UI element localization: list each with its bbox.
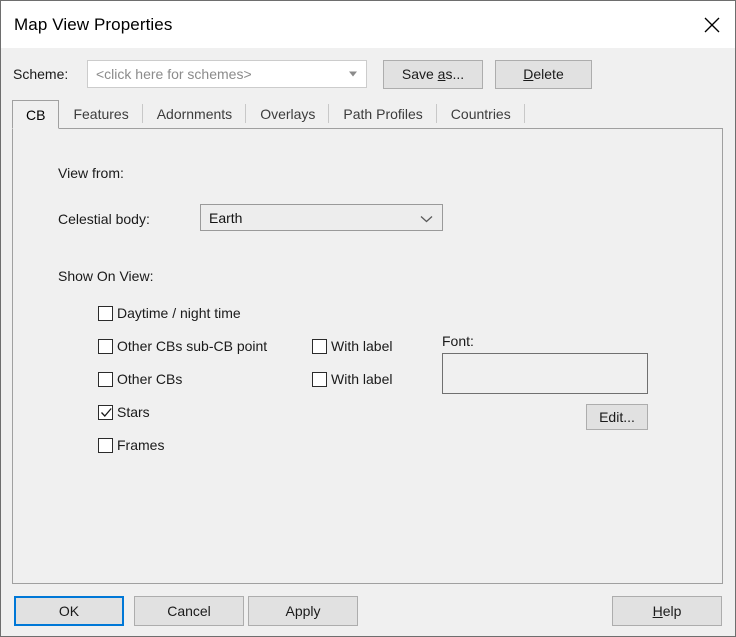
checkbox-box xyxy=(98,372,113,387)
font-edit-button[interactable]: Edit... xyxy=(586,404,648,430)
tab-countries[interactable]: Countries xyxy=(437,100,525,128)
help-label: Help xyxy=(653,603,682,619)
close-icon xyxy=(702,15,722,35)
checkbox-label: Frames xyxy=(117,437,164,453)
font-label: Font: xyxy=(442,333,474,349)
tab-cb[interactable]: CB xyxy=(12,100,59,129)
scheme-row: Scheme: <click here for schemes> Save as… xyxy=(1,48,735,100)
tab-label: Countries xyxy=(451,106,511,122)
checkbox-other-cbs[interactable]: Other CBs xyxy=(98,371,182,387)
checkbox-label: Other CBs xyxy=(117,371,182,387)
view-from-label: View from: xyxy=(58,165,124,181)
checkbox-box xyxy=(98,438,113,453)
checkbox-label: With label xyxy=(331,338,392,354)
checkbox-label: Daytime / night time xyxy=(117,305,241,321)
checkbox-other-cbs-sub-cb-point[interactable]: Other CBs sub-CB point xyxy=(98,338,267,354)
tab-strip: CB Features Adornments Overlays Path Pro… xyxy=(12,100,723,128)
save-as-button[interactable]: Save as... xyxy=(383,60,483,89)
tab-label: Path Profiles xyxy=(343,106,422,122)
dialog-footer: OK Cancel Apply Help xyxy=(1,584,735,636)
tab-panel-cb: View from: Celestial body: Earth Show On… xyxy=(12,128,723,584)
checkbox-box xyxy=(312,339,327,354)
map-view-properties-dialog: Map View Properties Scheme: <click here … xyxy=(0,0,736,637)
delete-label: Delete xyxy=(523,66,563,82)
checkbox-box xyxy=(98,306,113,321)
celestial-body-value: Earth xyxy=(201,210,242,226)
help-button[interactable]: Help xyxy=(612,596,722,626)
checkbox-with-label-sub-cb-point[interactable]: With label xyxy=(312,338,392,354)
checkbox-box xyxy=(98,339,113,354)
checkbox-daytime-night-time[interactable]: Daytime / night time xyxy=(98,305,241,321)
save-as-label: Save as... xyxy=(402,66,464,82)
chevron-down-icon xyxy=(420,210,433,226)
tab-features[interactable]: Features xyxy=(59,100,142,128)
scheme-placeholder: <click here for schemes> xyxy=(88,66,252,82)
checkmark-icon xyxy=(100,406,113,422)
tab-adornments[interactable]: Adornments xyxy=(143,100,246,128)
show-on-view-label: Show On View: xyxy=(58,268,153,284)
font-preview-box[interactable] xyxy=(442,353,648,394)
ok-button[interactable]: OK xyxy=(14,596,124,626)
checkbox-label: Stars xyxy=(117,404,150,420)
celestial-body-combobox[interactable]: Earth xyxy=(200,204,443,231)
apply-button[interactable]: Apply xyxy=(248,596,358,626)
triangle-down-icon xyxy=(349,72,357,77)
window-title: Map View Properties xyxy=(14,15,172,35)
tab-label: Features xyxy=(73,106,128,122)
checkbox-box xyxy=(312,372,327,387)
checkbox-stars[interactable]: Stars xyxy=(98,404,150,420)
tab-label: Overlays xyxy=(260,106,315,122)
scheme-combobox[interactable]: <click here for schemes> xyxy=(87,60,367,88)
tab-separator xyxy=(524,104,525,123)
cancel-button[interactable]: Cancel xyxy=(134,596,244,626)
tab-label: Adornments xyxy=(157,106,232,122)
checkbox-label: Other CBs sub-CB point xyxy=(117,338,267,354)
tab-overlays[interactable]: Overlays xyxy=(246,100,329,128)
scheme-label: Scheme: xyxy=(13,66,87,82)
close-button[interactable] xyxy=(689,1,735,48)
delete-button[interactable]: Delete xyxy=(495,60,592,89)
celestial-body-label: Celestial body: xyxy=(58,211,150,227)
checkbox-frames[interactable]: Frames xyxy=(98,437,164,453)
checkbox-box xyxy=(98,405,113,420)
checkbox-with-label-other-cbs[interactable]: With label xyxy=(312,371,392,387)
tab-label: CB xyxy=(26,107,45,123)
checkbox-label: With label xyxy=(331,371,392,387)
title-bar: Map View Properties xyxy=(1,1,735,48)
tab-path-profiles[interactable]: Path Profiles xyxy=(329,100,436,128)
